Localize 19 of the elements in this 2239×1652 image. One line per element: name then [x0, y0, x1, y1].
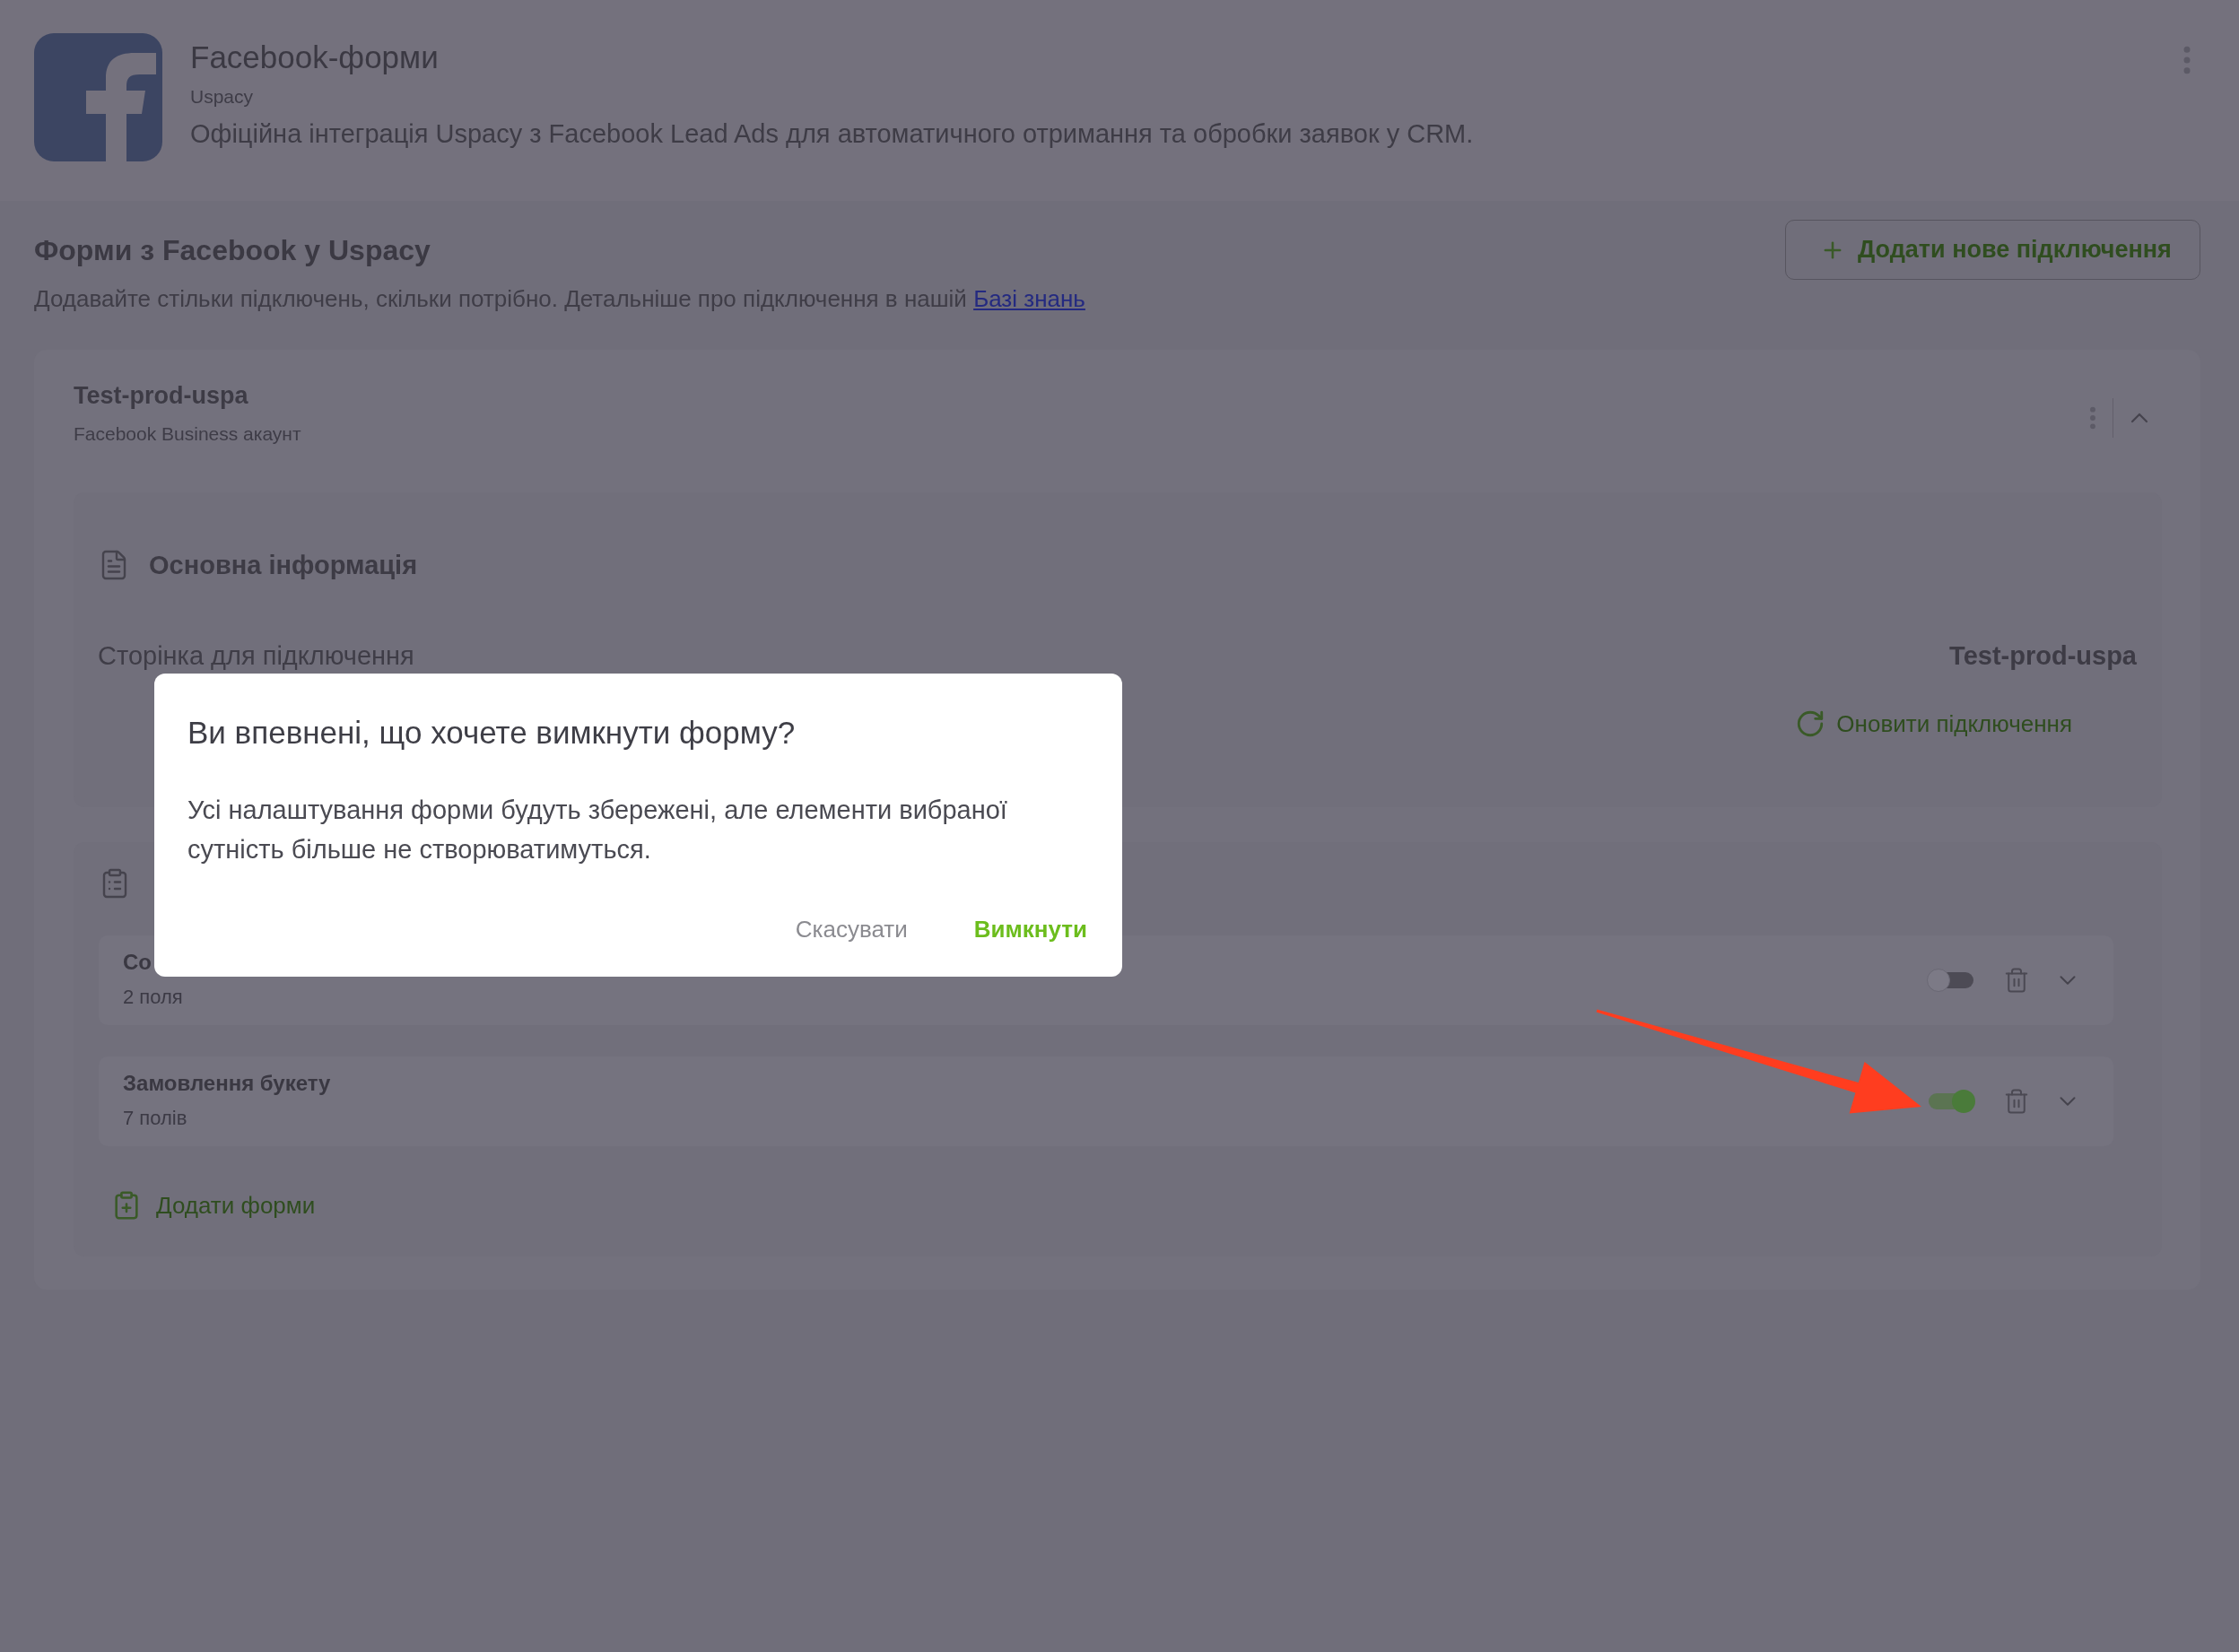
logo-icon [34, 33, 162, 161]
trash-icon[interactable] [2003, 967, 2030, 994]
form-name: Замовлення букету [123, 1070, 331, 1097]
toggle-switch[interactable] [1927, 1090, 1975, 1113]
add-connection-button[interactable]: Додати нове підключення [1785, 220, 2200, 280]
trash-icon[interactable] [2003, 1088, 2030, 1115]
form-field-count: 7 полів [123, 1106, 187, 1131]
refresh-connection-button[interactable]: Оновити підключення [1795, 706, 2072, 742]
knowledge-base-link[interactable]: Базі знань [973, 285, 1085, 312]
add-forms-button[interactable]: Додати форми [111, 1189, 316, 1222]
dialog-title: Ви впевнені, що хочете вимкнути форму? [187, 714, 797, 752]
dialog-message: Усі налаштування форми будуть збережені, але елементи вибраної сутність більше не створюватимуться. [187, 795, 1008, 865]
app-title: Facebook-форми [190, 39, 439, 76]
form-name: Со [123, 949, 152, 976]
disable-button[interactable]: Вимкнути [973, 908, 1087, 951]
form-field-count: 2 поля [123, 985, 183, 1010]
toggle-switch[interactable] [1927, 969, 1975, 992]
cancel-button[interactable]: Скасувати [795, 908, 908, 951]
connection-name: Test-prod-uspa [74, 381, 248, 411]
